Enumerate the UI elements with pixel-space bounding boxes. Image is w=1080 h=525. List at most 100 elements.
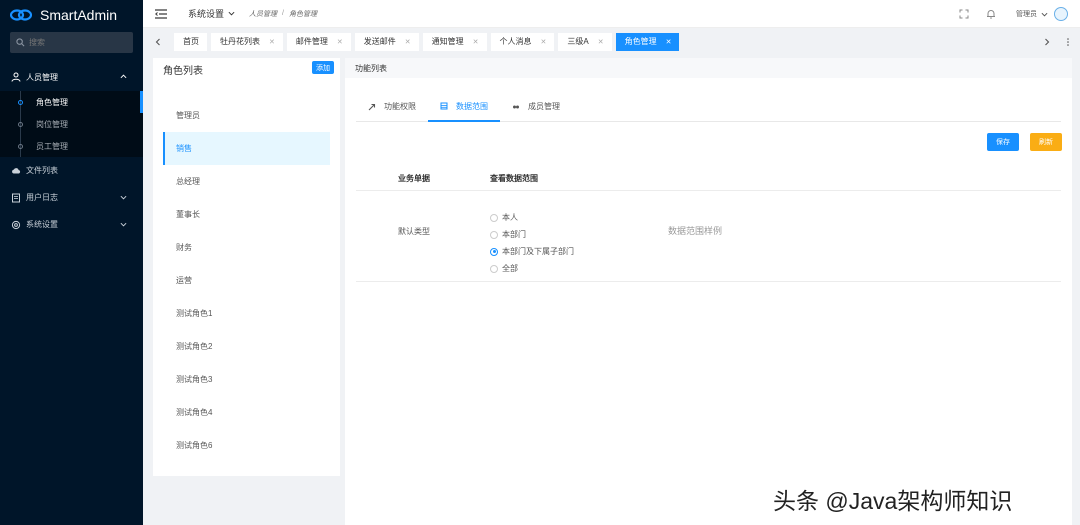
tab-mail-manage[interactable]: 邮件管理 ✕: [286, 32, 351, 51]
tab-label: 数据范围: [456, 101, 488, 111]
search-icon: [16, 38, 25, 47]
logo-icon: [10, 9, 32, 21]
menu-fold-icon[interactable]: [155, 8, 167, 19]
role-list-header: 角色列表 添加: [153, 58, 340, 80]
scope-radio-group: 本人 本部门 本部门及下属子部门 全部: [490, 209, 574, 277]
breadcrumb-item: 角色管理: [288, 10, 317, 18]
tab-peony-list[interactable]: 牡丹花列表 ✕: [211, 32, 283, 51]
radio-department[interactable]: 本部门: [490, 226, 574, 243]
role-item-admin[interactable]: 管理员: [163, 99, 330, 132]
role-item-test4[interactable]: 测试角色4: [163, 396, 330, 429]
tab-personal-messages[interactable]: 个人消息 ✕: [490, 32, 555, 51]
search-input[interactable]: [29, 38, 129, 47]
menu-group-staff[interactable]: 人员管理: [0, 63, 143, 91]
role-item-test6[interactable]: 测试角色6: [163, 429, 330, 462]
chevron-left-icon[interactable]: [154, 38, 162, 46]
tab-send-mail[interactable]: 发送邮件 ✕: [354, 32, 419, 51]
sidebar-item-label: 文件列表: [26, 166, 58, 175]
top-menu-system-settings[interactable]: 系统设置: [188, 7, 224, 20]
radio-self[interactable]: 本人: [490, 209, 574, 226]
gear-icon: [11, 220, 21, 229]
table-row: 默认类型 本人 本部门 本部门及下属子部门 全部 数据范围样例: [356, 191, 1061, 282]
tab-label: 牡丹花列表: [220, 37, 260, 46]
menu-group-label: 人员管理: [26, 72, 58, 82]
role-item-gm[interactable]: 总经理: [163, 165, 330, 198]
user-name[interactable]: 管理员: [1016, 9, 1037, 19]
sidebar-item-user-log[interactable]: 用户日志: [0, 184, 143, 211]
tab-function-permission[interactable]: 功能权限: [356, 92, 428, 121]
menu-search[interactable]: [10, 32, 133, 53]
fullscreen-icon[interactable]: [959, 9, 969, 19]
tab-label: 通知管理: [431, 37, 464, 46]
header-actions: 管理员: [942, 0, 1068, 28]
close-icon[interactable]: ✕: [337, 38, 343, 46]
function-tabs: 功能权限 数据范围 成员管理: [356, 92, 1061, 122]
tab-label: 成员管理: [528, 102, 560, 111]
chevron-down-icon[interactable]: [1041, 11, 1048, 18]
close-icon[interactable]: ✕: [541, 38, 547, 46]
logo[interactable]: SmartAdmin: [0, 0, 143, 30]
role-item-test1[interactable]: 测试角色1: [163, 297, 330, 330]
role-item-finance[interactable]: 财务: [163, 231, 330, 264]
tab-role-manage[interactable]: 角色管理 ✕: [615, 32, 680, 51]
close-icon[interactable]: ✕: [666, 38, 672, 46]
row-type-label: 默认类型: [398, 227, 430, 236]
tab-label: 邮件管理: [295, 37, 328, 46]
chevron-right-icon[interactable]: [1043, 38, 1051, 46]
chevron-down-icon: [120, 222, 127, 227]
sidebar-item-position-manage[interactable]: 岗位管理: [0, 113, 143, 135]
more-vertical-icon[interactable]: [1064, 37, 1072, 46]
radio-circle[interactable]: [490, 264, 498, 273]
tab-home[interactable]: 首页: [174, 32, 207, 51]
app-name: SmartAdmin: [40, 7, 118, 23]
breadcrumb-separator: /: [282, 10, 284, 17]
role-item-chairman[interactable]: 董事长: [163, 198, 330, 231]
tab-level3-a[interactable]: 三级A ✕: [558, 32, 612, 51]
role-item-sales[interactable]: 销售: [163, 132, 330, 165]
user-icon: [11, 72, 21, 82]
avatar[interactable]: [1054, 7, 1068, 21]
role-item-operations[interactable]: 运营: [163, 264, 330, 297]
radio-label: 本人: [502, 213, 518, 222]
submenu-staff: 角色管理 岗位管理 员工管理: [0, 91, 143, 157]
chevron-down-icon: [120, 195, 127, 200]
radio-all[interactable]: 全部: [490, 260, 574, 277]
radio-label: 全部: [502, 264, 518, 273]
radio-circle[interactable]: [490, 230, 498, 239]
top-header: 系统设置 人员管理 / 角色管理 管理员: [143, 0, 1080, 28]
sidebar-item-employee-manage[interactable]: 员工管理: [0, 135, 143, 157]
chevron-up-icon: [120, 74, 127, 79]
dot-icon: [18, 143, 23, 149]
close-icon[interactable]: ✕: [598, 38, 604, 46]
tab-member-manage[interactable]: 成员管理: [500, 92, 572, 121]
key-icon: [368, 103, 376, 110]
sidebar-item-files[interactable]: 文件列表: [0, 157, 143, 184]
close-icon[interactable]: ✕: [405, 38, 411, 46]
tab-notice-manage[interactable]: 通知管理 ✕: [422, 32, 487, 51]
sidebar-item-role-manage[interactable]: 角色管理: [0, 91, 143, 113]
breadcrumb-item[interactable]: 人员管理: [249, 9, 277, 19]
tab-label: 三级A: [567, 37, 589, 46]
sidebar-item-label: 用户日志: [26, 193, 58, 202]
dot-icon: [18, 99, 23, 105]
sidebar-item-system-settings[interactable]: 系统设置: [0, 211, 143, 238]
add-role-button[interactable]: 添加: [312, 61, 334, 74]
function-list-title: 功能列表: [345, 58, 1072, 78]
tab-label: 首页: [183, 37, 199, 46]
function-panel: 功能列表 功能权限 数据范围 成员管理 保存 刷新 业务单据 查看数据范围 默认…: [345, 58, 1072, 525]
save-button[interactable]: 保存: [987, 133, 1019, 151]
radio-department-and-sub[interactable]: 本部门及下属子部门: [490, 243, 574, 260]
table-icon: [440, 102, 448, 110]
bell-icon[interactable]: [986, 9, 996, 19]
radio-circle[interactable]: [490, 247, 498, 256]
close-icon[interactable]: ✕: [473, 38, 479, 46]
refresh-button[interactable]: 刷新: [1030, 133, 1062, 151]
chevron-down-icon[interactable]: [228, 10, 235, 17]
role-list: 管理员 销售 总经理 董事长 财务 运营 测试角色1 测试角色2 测试角色3 测…: [153, 99, 340, 462]
radio-circle[interactable]: [490, 213, 498, 222]
role-item-test2[interactable]: 测试角色2: [163, 330, 330, 363]
role-item-test3[interactable]: 测试角色3: [163, 363, 330, 396]
close-icon[interactable]: ✕: [269, 38, 275, 46]
radio-label: 本部门: [502, 230, 526, 239]
tab-data-scope[interactable]: 数据范围: [428, 92, 500, 122]
